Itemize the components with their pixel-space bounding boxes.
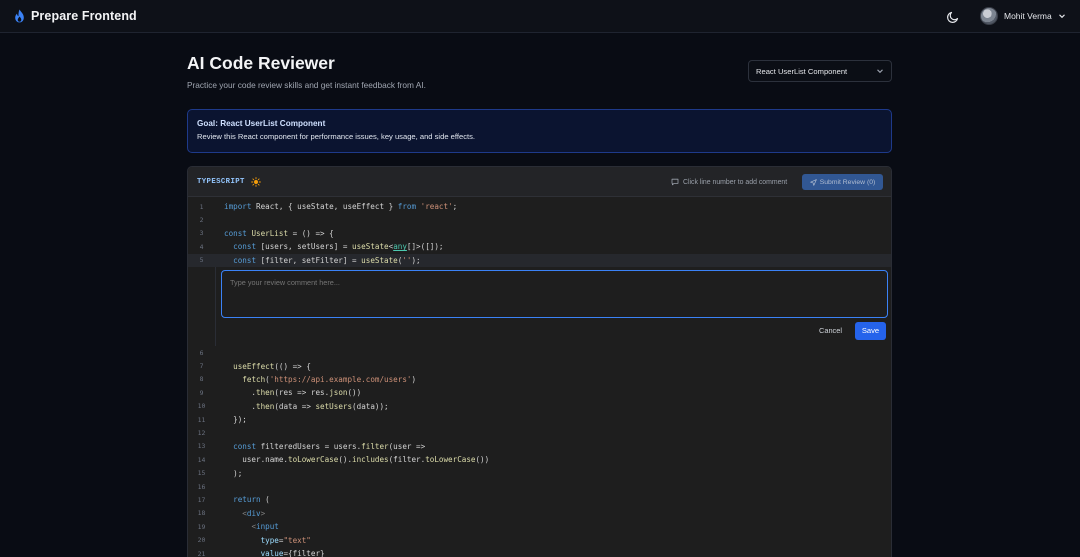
review-comment-input[interactable] (221, 269, 888, 318)
flame-logo-icon (15, 9, 24, 23)
line-number[interactable]: 2 (188, 216, 215, 224)
code-line: 17 return ( (188, 493, 891, 506)
line-number[interactable]: 7 (188, 362, 215, 370)
code-line: 18 <div> (188, 507, 891, 520)
line-code: ); (224, 468, 243, 478)
line-number[interactable]: 6 (188, 349, 215, 357)
code-line: 15 ); (188, 466, 891, 479)
moon-icon[interactable] (946, 10, 960, 24)
code-line: 11 }); (188, 413, 891, 426)
line-code: const UserList = () => { (224, 228, 334, 238)
code-area: 1 import React, { useState, useEffect } … (188, 197, 891, 557)
line-number[interactable]: 14 (188, 456, 215, 464)
sun-icon[interactable] (251, 177, 261, 187)
code-line: 1 import React, { useState, useEffect } … (188, 200, 891, 213)
line-code: fetch('https://api.example.com/users') (242, 374, 417, 384)
line-number[interactable]: 3 (188, 229, 215, 237)
code-line: 14 user.name.toLowerCase().includes(filt… (188, 453, 891, 466)
line-code: import React, { useState, useEffect } fr… (224, 202, 458, 212)
line-code: user.name.toLowerCase().includes(filter.… (224, 455, 490, 465)
code-line: 8 fetch('https://api.example.com/users') (188, 373, 891, 386)
send-icon (809, 178, 817, 186)
code-line: 21 value={filter} (188, 547, 891, 557)
challenge-select-value: React UserList Component (756, 66, 848, 76)
page-title: AI Code Reviewer (187, 53, 335, 73)
line-number[interactable]: 16 (188, 483, 215, 491)
code-line: 7 useEffect(() => { (188, 359, 891, 372)
line-number[interactable]: 1 (188, 203, 215, 211)
comment-gutter (188, 266, 215, 346)
code-line: 10 .then(data => setUsers(data)); (188, 400, 891, 413)
line-number[interactable]: 13 (188, 442, 215, 450)
line-code: .then(res => res.json()) (224, 388, 362, 398)
code-line: 13 const filteredUsers = users.filter(us… (188, 440, 891, 453)
user-name: Mohit Verma (1004, 11, 1052, 21)
submit-review-button[interactable]: Submit Review (0) (802, 174, 883, 190)
code-editor: TYPESCRIPT Click line number to add comm… (187, 166, 892, 557)
comment-hint: Click line number to add comment (671, 178, 787, 186)
line-code: const filteredUsers = users.filter(user … (233, 441, 426, 451)
line-number[interactable]: 12 (188, 429, 215, 437)
line-code: }); (224, 415, 247, 425)
line-number[interactable]: 17 (188, 496, 215, 504)
chevron-down-icon (1058, 14, 1065, 19)
line-code: const [filter, setFilter] = useState('')… (233, 255, 421, 265)
editor-toolbar: TYPESCRIPT Click line number to add comm… (188, 167, 891, 197)
user-menu[interactable]: Mohit Verma (980, 7, 1066, 25)
goal-title: Goal: React UserList Component (197, 119, 326, 128)
line-number[interactable]: 21 (188, 550, 215, 557)
code-line: 4 const [users, setUsers] = useState<any… (188, 240, 891, 253)
code-line: 2 (188, 213, 891, 226)
code-line: 3 const UserList = () => { (188, 227, 891, 240)
avatar (980, 7, 998, 25)
navbar: Prepare Frontend Mohit Verma (0, 0, 1080, 33)
line-code: value={filter} (260, 549, 325, 557)
submit-review-label: Submit Review (0) (819, 178, 876, 186)
code-line: 20 type="text" (188, 533, 891, 546)
line-code: <div> (242, 508, 266, 518)
brand-logo[interactable]: Prepare Frontend (14, 9, 137, 23)
line-number[interactable]: 8 (188, 375, 215, 383)
line-number[interactable]: 11 (188, 416, 215, 424)
challenge-select[interactable]: React UserList Component (748, 60, 892, 82)
code-line: 19 <input (188, 520, 891, 533)
line-number[interactable]: 9 (188, 389, 215, 397)
save-button[interactable]: Save (855, 321, 886, 340)
line-code: type="text" (260, 535, 311, 545)
line-number[interactable]: 20 (188, 536, 215, 544)
goal-description: Review this React component for performa… (197, 132, 476, 141)
line-number[interactable]: 4 (188, 243, 215, 251)
chevron-down-icon (877, 69, 883, 74)
line-code: const [users, setUsers] = useState<any[]… (233, 242, 444, 252)
code-line: 16 (188, 480, 891, 493)
comment-hint-text: Click line number to add comment (683, 178, 788, 186)
code-line: 6 (188, 346, 891, 359)
language-label: TYPESCRIPT (197, 178, 245, 186)
comment-panel: Cancel Save (215, 266, 891, 346)
code-line: 12 (188, 426, 891, 439)
code-line-selected: 5 const [filter, setFilter] = useState('… (188, 253, 891, 267)
page-subtitle: Practice your code review skills and get… (187, 80, 426, 90)
line-number[interactable]: 18 (188, 509, 215, 517)
goal-card: Goal: React UserList Component Review th… (187, 109, 892, 153)
line-number[interactable]: 5 (188, 256, 215, 264)
line-code: <input (251, 522, 279, 532)
line-number[interactable]: 10 (188, 402, 215, 410)
inline-comment-box: Cancel Save (188, 266, 891, 346)
line-number[interactable]: 19 (188, 523, 215, 531)
line-code: .then(data => setUsers(data)); (224, 401, 389, 411)
message-icon (671, 178, 679, 186)
line-code: useEffect(() => { (233, 361, 311, 371)
code-line: 9 .then(res => res.json()) (188, 386, 891, 399)
brand-name: Prepare Frontend (31, 9, 137, 23)
cancel-button[interactable]: Cancel (813, 323, 848, 339)
line-code: return ( (233, 495, 270, 505)
line-number[interactable]: 15 (188, 469, 215, 477)
